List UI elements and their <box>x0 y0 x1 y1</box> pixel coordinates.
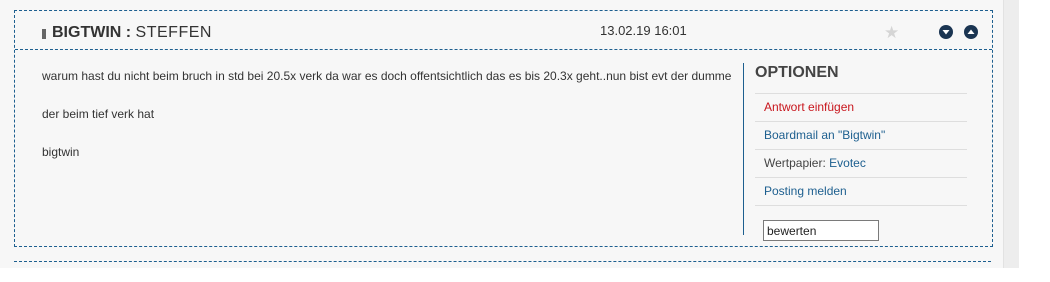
post-author: BIGTWIN : STEFFEN <box>52 24 212 42</box>
options-panel: OPTIONEN Antwort einfügen Boardmail an "… <box>743 63 969 241</box>
rate-input[interactable] <box>763 220 879 241</box>
author-marker <box>42 29 46 39</box>
post-content: warum hast du nicht beim bruch in std be… <box>42 67 732 181</box>
options-title: OPTIONEN <box>755 64 839 81</box>
post-header: BIGTWIN : STEFFEN 13.02.19 16:01 ★ <box>15 11 992 50</box>
wertpapier-link[interactable]: Evotec <box>829 156 866 170</box>
author-separator: : <box>121 24 136 41</box>
options-item-reply: Antwort einfügen <box>755 93 967 120</box>
options-item-report: Posting melden <box>755 177 967 204</box>
arrow-down-circle-icon[interactable] <box>939 25 953 39</box>
boardmail-link[interactable]: Boardmail an "Bigtwin" <box>764 128 885 142</box>
next-post-border <box>14 261 991 282</box>
options-divider <box>755 205 967 206</box>
wertpapier-label: Wertpapier: <box>764 156 826 170</box>
star-icon[interactable]: ★ <box>884 24 904 42</box>
author-rank: STEFFEN <box>135 24 212 41</box>
page-right-edge <box>1003 0 1019 268</box>
options-item-boardmail: Boardmail an "Bigtwin" <box>755 121 967 148</box>
post-paragraph: der beim tief verk hat <box>42 107 155 121</box>
post-date: 13.02.19 16:01 <box>600 23 687 38</box>
arrow-up-circle-icon[interactable] <box>964 25 978 39</box>
post-paragraph: warum hast du nicht beim bruch in std be… <box>42 69 732 83</box>
forum-post: BIGTWIN : STEFFEN 13.02.19 16:01 ★ warum… <box>14 10 993 247</box>
author-name[interactable]: BIGTWIN <box>52 24 121 41</box>
post-signature: bigtwin <box>42 145 80 159</box>
reply-link[interactable]: Antwort einfügen <box>764 100 854 114</box>
options-item-wertpapier: Wertpapier: Evotec <box>755 149 967 176</box>
report-posting-link[interactable]: Posting melden <box>764 184 847 198</box>
